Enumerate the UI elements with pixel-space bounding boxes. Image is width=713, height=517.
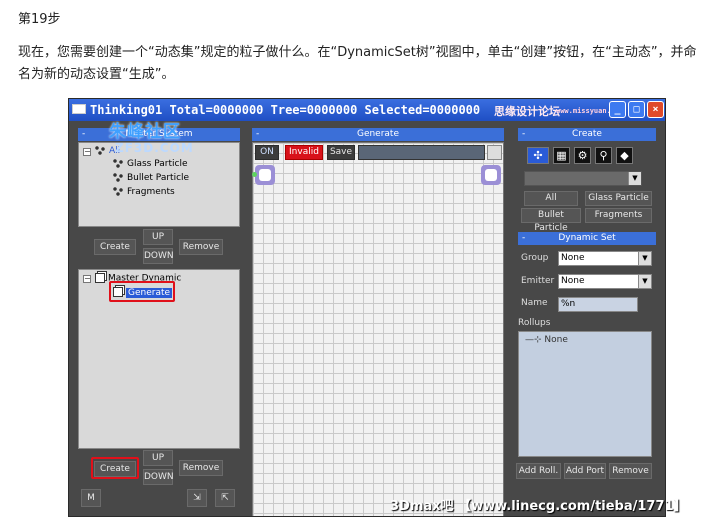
export-icon[interactable]: ⇱ xyxy=(215,489,235,507)
save-button[interactable]: Save xyxy=(327,145,355,160)
instruction-paragraph: 现在，您需要创建一个“动态集”规定的粒子做什么。在“DynamicSet树”视图… xyxy=(18,45,697,82)
generate-node-canvas[interactable] xyxy=(252,142,504,516)
gear-icon[interactable]: ⚙ xyxy=(574,147,591,164)
collapse-icon[interactable]: - xyxy=(256,128,259,141)
system-create-button[interactable]: Create xyxy=(94,239,136,255)
maximize-button[interactable]: □ xyxy=(628,101,645,118)
close-button[interactable]: × xyxy=(647,101,664,118)
rollups-item[interactable]: —⊹ None xyxy=(525,335,568,345)
site-logo: 朱峰社区 xyxy=(109,122,181,142)
highlight-generate xyxy=(109,281,175,302)
generate-title: Generate xyxy=(356,129,400,139)
dynamic-set-header[interactable]: - Dynamic Set xyxy=(518,232,656,245)
watermark-text: 思缘设计论坛 xyxy=(494,105,560,118)
particle-grid-icon[interactable]: ▦ xyxy=(553,147,570,164)
create-header[interactable]: - Create xyxy=(518,128,656,141)
name-label: Name xyxy=(521,298,548,308)
system-up-button[interactable]: UP xyxy=(143,229,173,245)
dynamic-remove-button[interactable]: Remove xyxy=(179,460,223,476)
window-title: Thinking01 Total=0000000 Tree=0000000 Se… xyxy=(90,103,481,117)
cube-icon[interactable]: ◆ xyxy=(616,147,633,164)
collapse-icon[interactable]: - xyxy=(82,128,85,141)
chevron-down-icon[interactable]: ▼ xyxy=(628,172,641,185)
port-connector[interactable] xyxy=(252,172,257,177)
particle-icon xyxy=(113,187,124,196)
tree-expander[interactable]: − xyxy=(83,275,91,283)
system-down-button[interactable]: DOWN xyxy=(143,248,174,264)
group-label: Group xyxy=(521,253,549,263)
m-button[interactable]: M xyxy=(81,489,101,507)
generate-color-swatch[interactable] xyxy=(487,145,502,160)
tree-expander[interactable]: − xyxy=(83,148,91,156)
invalid-status[interactable]: Invalid xyxy=(285,145,323,160)
dynamic-set-title: Dynamic Set xyxy=(558,233,616,243)
bottom-watermark: 3Dmax吧 【www.linecg.com/tieba/1771】 xyxy=(390,499,687,514)
on-button[interactable]: ON xyxy=(255,145,279,160)
create-fragments-button[interactable]: Fragments xyxy=(585,208,652,223)
dynamic-set-icon xyxy=(95,273,105,283)
add-roll-button[interactable]: Add Roll. xyxy=(516,463,561,479)
generate-header[interactable]: - Generate xyxy=(252,128,504,141)
collapse-icon[interactable]: - xyxy=(522,232,525,245)
import-icon[interactable]: ⇲ xyxy=(187,489,207,507)
app-window: Thinking01 Total=0000000 Tree=0000000 Se… xyxy=(68,98,666,517)
tree-item-glass-particle[interactable]: Glass Particle xyxy=(113,159,187,169)
minimize-button[interactable]: _ xyxy=(609,101,626,118)
create-title: Create xyxy=(572,129,602,139)
site-logo-url: ZF3D.COM xyxy=(115,141,194,155)
window-icon xyxy=(72,104,86,114)
chevron-down-icon[interactable]: ▼ xyxy=(638,252,651,265)
emitter-dropdown[interactable]: None ▼ xyxy=(558,274,652,289)
chevron-down-icon[interactable]: ▼ xyxy=(638,275,651,288)
highlight-create xyxy=(91,457,139,479)
particle-icon xyxy=(113,159,124,168)
tree-item-bullet-particle[interactable]: Bullet Particle xyxy=(113,173,189,183)
add-port-button[interactable]: Add Port xyxy=(564,463,606,479)
rollups-list[interactable]: —⊹ None xyxy=(518,331,652,457)
particle-icon xyxy=(95,146,106,155)
name-input[interactable]: %n xyxy=(558,297,638,312)
emitter-label: Emitter xyxy=(521,276,555,286)
add-particle-icon[interactable]: ✣ xyxy=(527,147,549,164)
create-all-button[interactable]: All xyxy=(524,191,578,206)
create-glass-particle-button[interactable]: Glass Particle xyxy=(585,191,652,206)
system-remove-button[interactable]: Remove xyxy=(179,239,223,255)
dynamic-up-button[interactable]: UP xyxy=(143,450,173,466)
group-dropdown[interactable]: None ▼ xyxy=(558,251,652,266)
rollups-label: Rollups xyxy=(518,318,551,328)
search-icon[interactable]: ⚲ xyxy=(595,147,612,164)
tree-item-fragments[interactable]: Fragments xyxy=(113,187,175,197)
step-heading: 第19步 xyxy=(18,12,61,27)
output-port-node[interactable] xyxy=(481,165,501,185)
generate-name-field[interactable] xyxy=(358,145,485,160)
create-type-dropdown[interactable]: ▼ xyxy=(524,171,642,186)
dynamic-set-remove-button[interactable]: Remove xyxy=(609,463,652,479)
create-bullet-particle-button[interactable]: Bullet Particle xyxy=(521,208,581,233)
dynamic-down-button[interactable]: DOWN xyxy=(143,469,174,485)
particle-icon xyxy=(113,173,124,182)
collapse-icon[interactable]: - xyxy=(522,128,525,141)
input-port-node[interactable] xyxy=(252,165,275,185)
